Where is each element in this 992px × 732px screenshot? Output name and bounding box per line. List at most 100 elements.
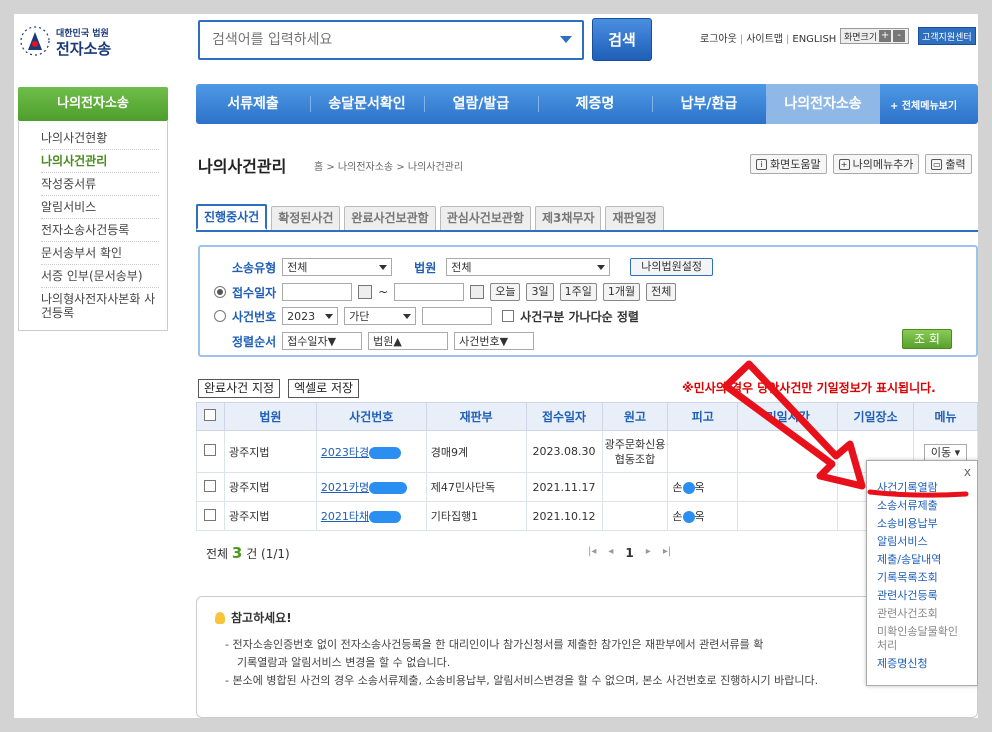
defendant-last: 옥 — [694, 481, 705, 494]
cell-plaintiff: 광주문화신용협동조합 — [601, 430, 669, 473]
sidebar-item-drafts[interactable]: 작성중서류 — [41, 173, 159, 196]
nav-item-certificate[interactable]: 제증명 — [538, 84, 652, 124]
sort-checkbox[interactable] — [502, 310, 515, 322]
mark-complete-button[interactable]: 완료사건 지정 — [198, 379, 281, 398]
tab-interest-archive[interactable]: 관심사건보관함 — [439, 206, 531, 230]
row-checkbox[interactable] — [204, 508, 217, 521]
popup-item-record-list[interactable]: 기록목록조회 — [877, 569, 967, 587]
next-page-icon[interactable]: ▸ — [646, 546, 651, 560]
search-dropdown-icon[interactable] — [560, 36, 572, 43]
sidebar-item-doc-send[interactable]: 문서송부서 확인 — [41, 242, 159, 265]
row-checkbox[interactable] — [204, 479, 217, 492]
sitemap-link[interactable]: 사이트맵 — [746, 34, 783, 45]
date-from-input[interactable] — [282, 283, 353, 301]
popup-item-certificate[interactable]: 제증명신청 — [877, 655, 967, 673]
logout-link[interactable]: 로그아웃 — [700, 34, 737, 45]
order-select-date[interactable]: 접수일자▼ — [282, 332, 363, 350]
tab-completed-archive[interactable]: 완료사건보관함 — [344, 206, 436, 230]
tab-third-debtor[interactable]: 제3채무자 — [534, 206, 602, 230]
tab-confirmed[interactable]: 확정된사건 — [271, 206, 341, 230]
court-emblem-icon — [20, 26, 50, 56]
cell-date: 2021.10.12 — [525, 501, 603, 531]
type-select[interactable]: 전체 — [282, 258, 393, 276]
font-plus-button[interactable]: + — [879, 30, 892, 42]
font-minus-button[interactable]: - — [893, 30, 906, 42]
prev-page-icon[interactable]: ◂ — [608, 546, 613, 560]
popup-item-related-view[interactable]: 관련사건조회 — [877, 605, 967, 623]
tab-schedule[interactable]: 재판일정 — [605, 206, 664, 230]
date-today-button[interactable]: 오늘 — [490, 283, 521, 301]
popup-item-alerts[interactable]: 알림서비스 — [877, 533, 967, 551]
support-center-button[interactable]: 고객지원센터 — [918, 27, 976, 45]
move-menu-label: 이동 — [930, 445, 952, 459]
case-number-link[interactable]: 2021타채 — [315, 501, 427, 531]
case-number-radio[interactable] — [214, 310, 226, 322]
redacted-mark — [682, 482, 695, 494]
nav-item-view[interactable]: 열람/발급 — [424, 84, 538, 124]
court-logo[interactable]: 대한민국 법원 전자소송 — [18, 22, 138, 62]
total-count: 전체 3 건 (1/1) — [206, 544, 290, 562]
case-number-input[interactable] — [422, 307, 493, 325]
cell-hearing-time — [737, 472, 839, 502]
date-3days-button[interactable]: 3일 — [526, 283, 554, 301]
nav-item-submit[interactable]: 서류제출 — [196, 84, 310, 124]
last-page-icon[interactable]: ▸| — [663, 546, 671, 560]
popup-item-unconfirmed-delivery[interactable]: 미확인송달물확인처리 — [877, 625, 967, 653]
table-row: 광주지법 2023타경 경매9계 2023.08.30 광주문화신용협동조합 이… — [196, 430, 978, 473]
first-page-icon[interactable]: |◂ — [588, 546, 596, 560]
tab-in-progress[interactable]: 진행중사건 — [196, 204, 268, 230]
sidebar-item-case-management[interactable]: 나의사건관리 — [41, 150, 159, 173]
case-number-text: 2023타경 — [320, 445, 370, 459]
current-page[interactable]: 1 — [625, 546, 633, 560]
date-1week-button[interactable]: 1주일 — [559, 283, 597, 301]
english-link[interactable]: ENGLISH — [792, 34, 836, 45]
search-button[interactable]: 검색 — [592, 18, 652, 61]
excel-save-button[interactable]: 엑셀로 저장 — [288, 379, 360, 398]
my-court-setting-button[interactable]: 나의법원설정 — [630, 258, 713, 276]
chevron-down-icon — [597, 264, 606, 270]
case-type-select[interactable]: 가단 — [344, 307, 417, 325]
popup-item-related-register[interactable]: 관련사건등록 — [877, 587, 967, 605]
date-1month-button[interactable]: 1개월 — [602, 283, 641, 301]
nav-item-my[interactable]: 나의전자소송 — [766, 84, 880, 124]
sidebar-title[interactable]: 나의전자소송 — [18, 87, 168, 121]
nav-item-delivery[interactable]: 송달문서확인 — [310, 84, 424, 124]
sidebar-item-alerts[interactable]: 알림서비스 — [41, 196, 159, 219]
order-select-court[interactable]: 법원▲ — [368, 332, 449, 350]
court-select[interactable]: 전체 — [446, 258, 611, 276]
popup-item-submit-docs[interactable]: 소송서류제출 — [877, 497, 967, 515]
nav-item-payment[interactable]: 납부/환급 — [652, 84, 766, 124]
close-icon[interactable]: x — [964, 465, 971, 479]
case-number-link[interactable]: 2021카명 — [315, 472, 427, 502]
order-select-case[interactable]: 사건번호▼ — [454, 332, 535, 350]
sidebar-item-register[interactable]: 전자소송사건등록 — [41, 219, 159, 242]
sidebar-item-status[interactable]: 나의사건현황 — [41, 127, 159, 150]
chevron-down-icon — [325, 313, 334, 319]
query-button[interactable]: 조 회 — [902, 329, 952, 349]
date-to-input[interactable] — [394, 283, 465, 301]
case-number-link[interactable]: 2023타경 — [315, 430, 427, 473]
sidebar-item-criminal-copy[interactable]: 나의형사전자사본화 사건등록 — [41, 288, 159, 324]
all-menu-link[interactable]: + 전체메뉴보기 — [890, 97, 957, 112]
notice-box: 참고하세요! - 전자소송인증번호 없이 전자소송사건등록을 한 대리인이나 참… — [196, 596, 978, 718]
sidebar-item-evidence[interactable]: 서증 인부(문서송부) — [41, 265, 159, 288]
print-button[interactable]: ▭ 출력 — [925, 154, 972, 174]
date-radio[interactable] — [214, 286, 226, 298]
popup-item-record-view[interactable]: 사건기록열람 — [877, 479, 967, 497]
year-select[interactable]: 2023 — [282, 307, 339, 325]
calendar-icon[interactable] — [358, 285, 373, 299]
case-number-text: 2021타채 — [320, 510, 370, 523]
search-input[interactable] — [200, 22, 540, 58]
add-my-menu-button[interactable]: + 나의메뉴추가 — [832, 154, 920, 174]
select-all-checkbox[interactable] — [204, 409, 217, 421]
page-title: 나의사건관리 — [198, 157, 287, 176]
popup-item-pay-costs[interactable]: 소송비용납부 — [877, 515, 967, 533]
popup-item-delivery-history[interactable]: 제출/송달내역 — [877, 551, 967, 569]
move-menu-button[interactable]: 이동 ▾ — [923, 443, 968, 461]
calendar-icon[interactable] — [470, 285, 485, 299]
notice-title-text: 참고하세요! — [231, 611, 292, 625]
help-label: 화면도움말 — [770, 158, 821, 171]
row-checkbox[interactable] — [204, 444, 217, 456]
date-all-button[interactable]: 전체 — [646, 283, 677, 301]
help-button[interactable]: i 화면도움말 — [750, 154, 827, 174]
